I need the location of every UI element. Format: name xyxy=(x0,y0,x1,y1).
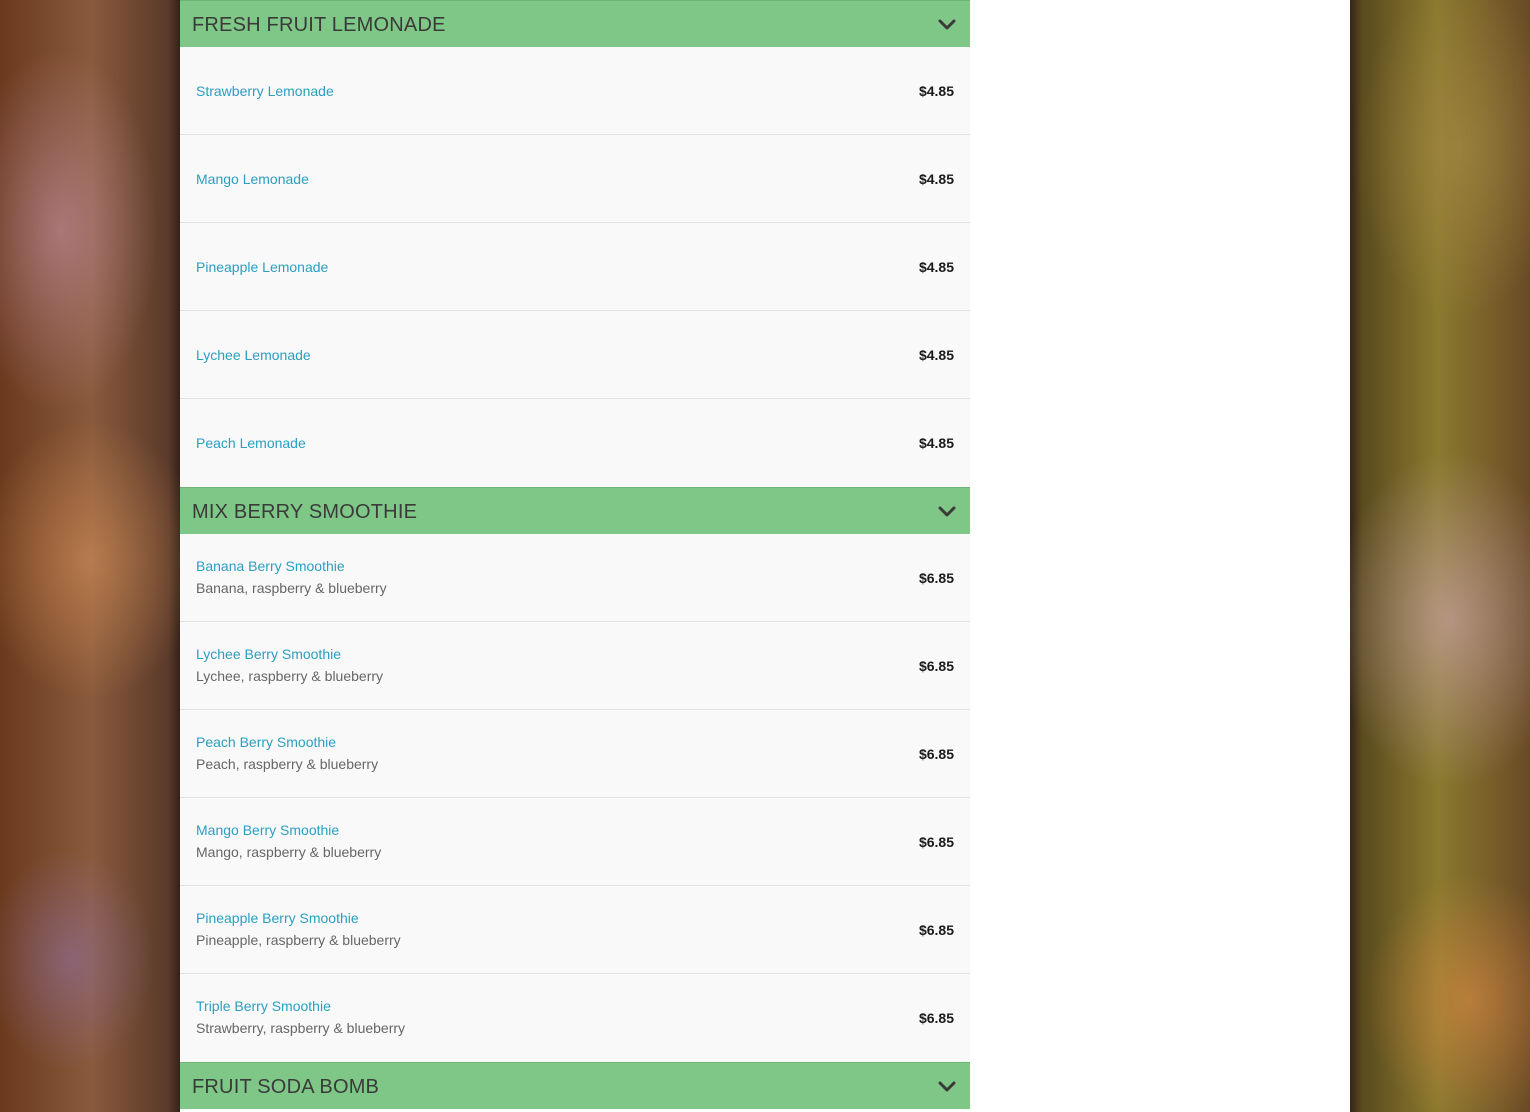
item-price: $6.85 xyxy=(918,1010,954,1026)
item-price: $4.85 xyxy=(918,347,954,363)
menu-item[interactable]: Mango Lemonade $4.85 xyxy=(180,135,970,223)
menu-item[interactable]: Triple Berry Smoothie Strawberry, raspbe… xyxy=(180,974,970,1062)
menu-list: FRESH FRUIT LEMONADE Strawberry Lemonade… xyxy=(180,0,970,1109)
chevron-down-icon xyxy=(938,19,956,30)
menu-item[interactable]: Mango Berry Smoothie Mango, raspberry & … xyxy=(180,798,970,886)
item-description: Peach, raspberry & blueberry xyxy=(196,756,379,772)
item-name[interactable]: Lychee Lemonade xyxy=(196,346,311,364)
item-description: Strawberry, raspberry & blueberry xyxy=(196,1020,406,1036)
item-name[interactable]: Banana Berry Smoothie xyxy=(196,557,345,575)
item-price: $6.85 xyxy=(918,570,954,586)
menu-item[interactable]: Lychee Berry Smoothie Lychee, raspberry … xyxy=(180,622,970,710)
section-title: FRUIT SODA BOMB xyxy=(192,1076,380,1098)
chevron-down-icon xyxy=(938,1081,956,1092)
item-name[interactable]: Triple Berry Smoothie xyxy=(196,997,331,1015)
item-price: $6.85 xyxy=(918,658,954,674)
menu-item[interactable]: Strawberry Lemonade $4.85 xyxy=(180,47,970,135)
item-description: Pineapple, raspberry & blueberry xyxy=(196,932,401,948)
menu-item[interactable]: Peach Lemonade $4.85 xyxy=(180,399,970,487)
menu-item[interactable]: Pineapple Berry Smoothie Pineapple, rasp… xyxy=(180,886,970,974)
item-price: $4.85 xyxy=(918,259,954,275)
menu-item[interactable]: Banana Berry Smoothie Banana, raspberry … xyxy=(180,534,970,622)
item-price: $6.85 xyxy=(918,922,954,938)
item-price: $6.85 xyxy=(918,834,954,850)
item-name[interactable]: Mango Berry Smoothie xyxy=(196,821,339,839)
item-price: $6.85 xyxy=(918,746,954,762)
item-price: $4.85 xyxy=(918,83,954,99)
section-title: MIX BERRY SMOOTHIE xyxy=(192,501,418,523)
item-name[interactable]: Pineapple Lemonade xyxy=(196,258,328,276)
section-header-fresh-fruit-lemonade[interactable]: FRESH FRUIT LEMONADE xyxy=(180,0,970,47)
section-title: FRESH FRUIT LEMONADE xyxy=(192,14,446,36)
item-name[interactable]: Strawberry Lemonade xyxy=(196,82,334,100)
item-name[interactable]: Peach Berry Smoothie xyxy=(196,733,336,751)
item-name[interactable]: Lychee Berry Smoothie xyxy=(196,645,341,663)
item-description: Lychee, raspberry & blueberry xyxy=(196,668,384,684)
section-header-fruit-soda-bomb[interactable]: FRUIT SODA BOMB xyxy=(180,1062,970,1109)
menu-item[interactable]: Peach Berry Smoothie Peach, raspberry & … xyxy=(180,710,970,798)
item-description: Banana, raspberry & blueberry xyxy=(196,580,387,596)
item-name[interactable]: Pineapple Berry Smoothie xyxy=(196,909,359,927)
item-price: $4.85 xyxy=(918,435,954,451)
section-header-mix-berry-smoothie[interactable]: MIX BERRY SMOOTHIE xyxy=(180,487,970,534)
menu-item[interactable]: Lychee Lemonade $4.85 xyxy=(180,311,970,399)
item-price: $4.85 xyxy=(918,171,954,187)
menu-item[interactable]: Pineapple Lemonade $4.85 xyxy=(180,223,970,311)
item-description: Mango, raspberry & blueberry xyxy=(196,844,382,860)
chevron-down-icon xyxy=(938,506,956,517)
item-name[interactable]: Mango Lemonade xyxy=(196,170,309,188)
item-name[interactable]: Peach Lemonade xyxy=(196,434,306,452)
